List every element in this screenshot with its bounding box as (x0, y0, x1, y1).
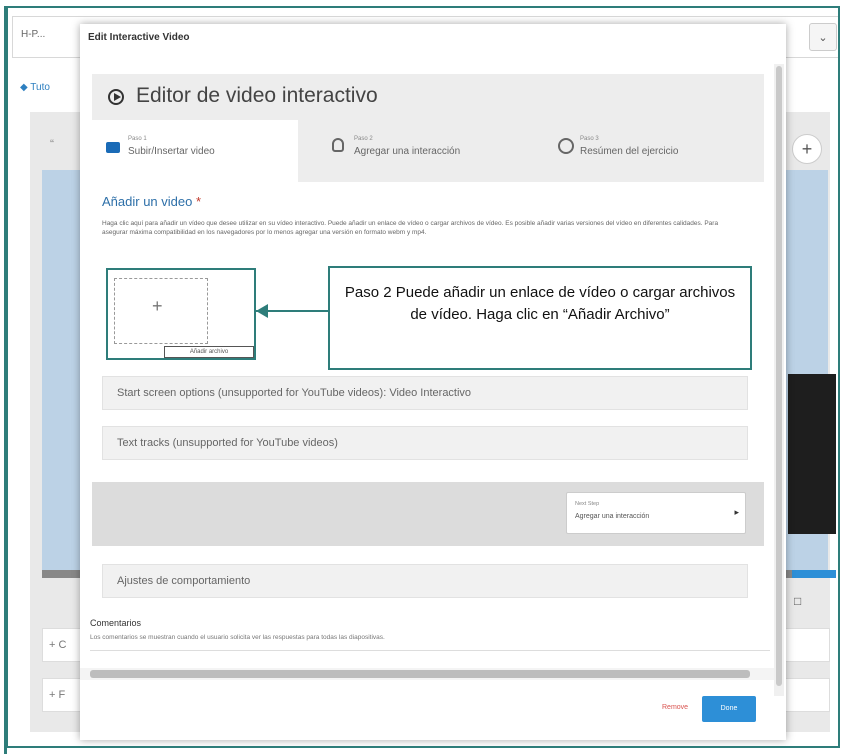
remove-button[interactable]: Remove (662, 704, 688, 711)
section-title-text: Añadir un video (102, 194, 193, 209)
editor-title: Editor de video interactivo (136, 84, 378, 107)
next-step-caption: Next Step (575, 501, 600, 507)
accordion-label: Text tracks (unsupported for YouTube vid… (117, 437, 338, 449)
screenshot-frame: H-P... ⌄ ◆ Tuto “ + □ + C + F Edit Inter… (6, 6, 840, 748)
editor-header: Editor de video interactivo (92, 74, 764, 120)
plus-icon: + (152, 296, 163, 316)
tab-step-1[interactable]: Paso 1 Subir/Insertar video (92, 120, 298, 182)
export-icon[interactable]: □ (794, 594, 801, 608)
chevron-down-icon[interactable]: ⌄ (809, 23, 837, 51)
tab-label: Resúmen del ejercicio (580, 146, 679, 157)
accordion-text-tracks[interactable]: Text tracks (unsupported for YouTube vid… (102, 426, 748, 460)
background-timeline-progress (792, 570, 836, 578)
add-video-box[interactable]: + Añadir archivo (106, 268, 256, 360)
vertical-scroll-thumb[interactable] (776, 66, 782, 686)
check-circle-icon (558, 138, 574, 154)
next-step-label: Agregar una interacción (575, 513, 650, 520)
tab-step-number: Paso 3 (580, 136, 599, 142)
next-step-button[interactable]: Next Step Agregar una interacción ▸ (566, 492, 746, 534)
edit-dialog: Edit Interactive Video Editor de video i… (80, 24, 786, 740)
chevron-right-icon: ▸ (734, 507, 739, 517)
accordion-label: Start screen options (unsupported for Yo… (117, 387, 472, 399)
required-mark: * (195, 194, 202, 209)
background-title: H-P... (21, 29, 46, 40)
background-row-label: + C (49, 639, 67, 651)
background-row-label: + F (49, 689, 66, 701)
comments-description: Los comentarios se muestran cuando el us… (90, 634, 385, 641)
tab-step-3[interactable]: Paso 3 Resúmen del ejercicio (544, 120, 750, 182)
tab-step-2[interactable]: Paso 2 Agregar una interacción (318, 120, 524, 182)
dialog-title: Edit Interactive Video (88, 32, 190, 43)
horizontal-scroll-thumb[interactable] (90, 670, 750, 678)
tab-label: Subir/Insertar video (128, 146, 215, 157)
accordion-label: Ajustes de comportamiento (117, 575, 251, 587)
done-button[interactable]: Done (702, 696, 756, 722)
background-dark-area (788, 374, 836, 534)
add-icon[interactable]: + (792, 134, 822, 164)
instruction-callout: Paso 2 Puede añadir un enlace de vídeo o… (328, 266, 752, 370)
add-file-button[interactable]: Añadir archivo (164, 346, 254, 358)
tab-step-number: Paso 2 (354, 136, 373, 142)
play-circle-icon (108, 89, 124, 105)
video-camera-icon (106, 142, 120, 153)
section-description: Haga clic aquí para añadir un vídeo que … (102, 220, 719, 236)
accordion-behaviour[interactable]: Ajustes de comportamiento (102, 564, 748, 598)
background-link[interactable]: ◆ Tuto (20, 82, 50, 93)
section-title: Añadir un video * (102, 194, 201, 209)
accordion-start-screen[interactable]: Start screen options (unsupported for Yo… (102, 376, 748, 410)
tab-step-number: Paso 1 (128, 136, 147, 142)
tab-label: Agregar una interacción (354, 146, 461, 157)
divider (90, 650, 770, 651)
lightbulb-icon (332, 138, 344, 152)
step-navigation: Next Step Agregar una interacción ▸ (92, 482, 764, 546)
step-tabs: Paso 1 Subir/Insertar video Paso 2 Agreg… (92, 120, 764, 182)
comments-title: Comentarios (90, 618, 142, 628)
quote-icon: “ (50, 137, 54, 151)
